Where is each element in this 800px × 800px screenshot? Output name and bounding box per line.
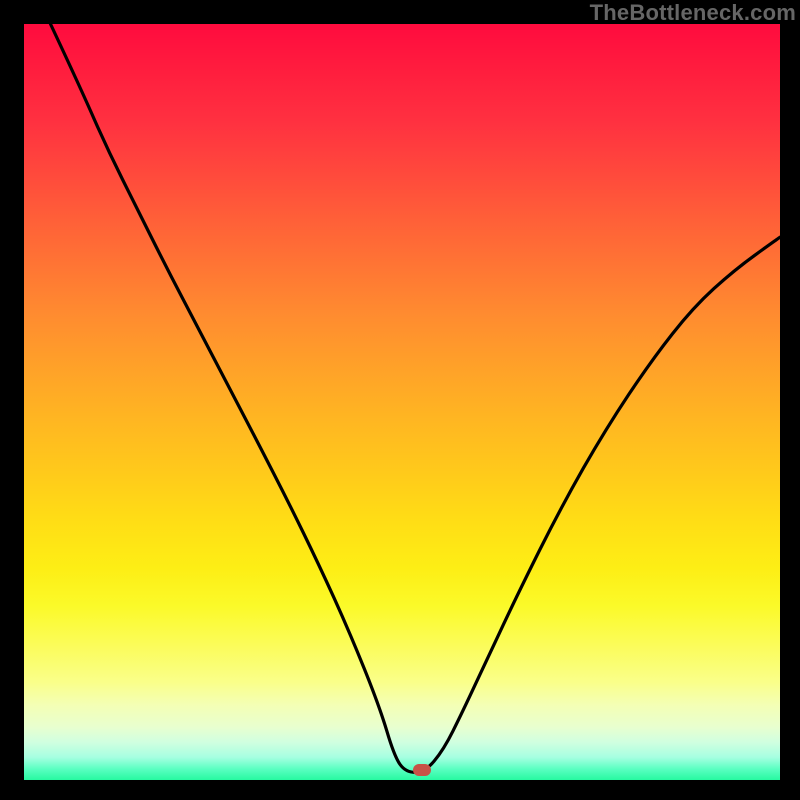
chart-frame: TheBottleneck.com (0, 0, 800, 800)
bottleneck-curve (0, 0, 800, 800)
watermark-text: TheBottleneck.com (590, 0, 796, 26)
optimum-marker (413, 764, 431, 776)
